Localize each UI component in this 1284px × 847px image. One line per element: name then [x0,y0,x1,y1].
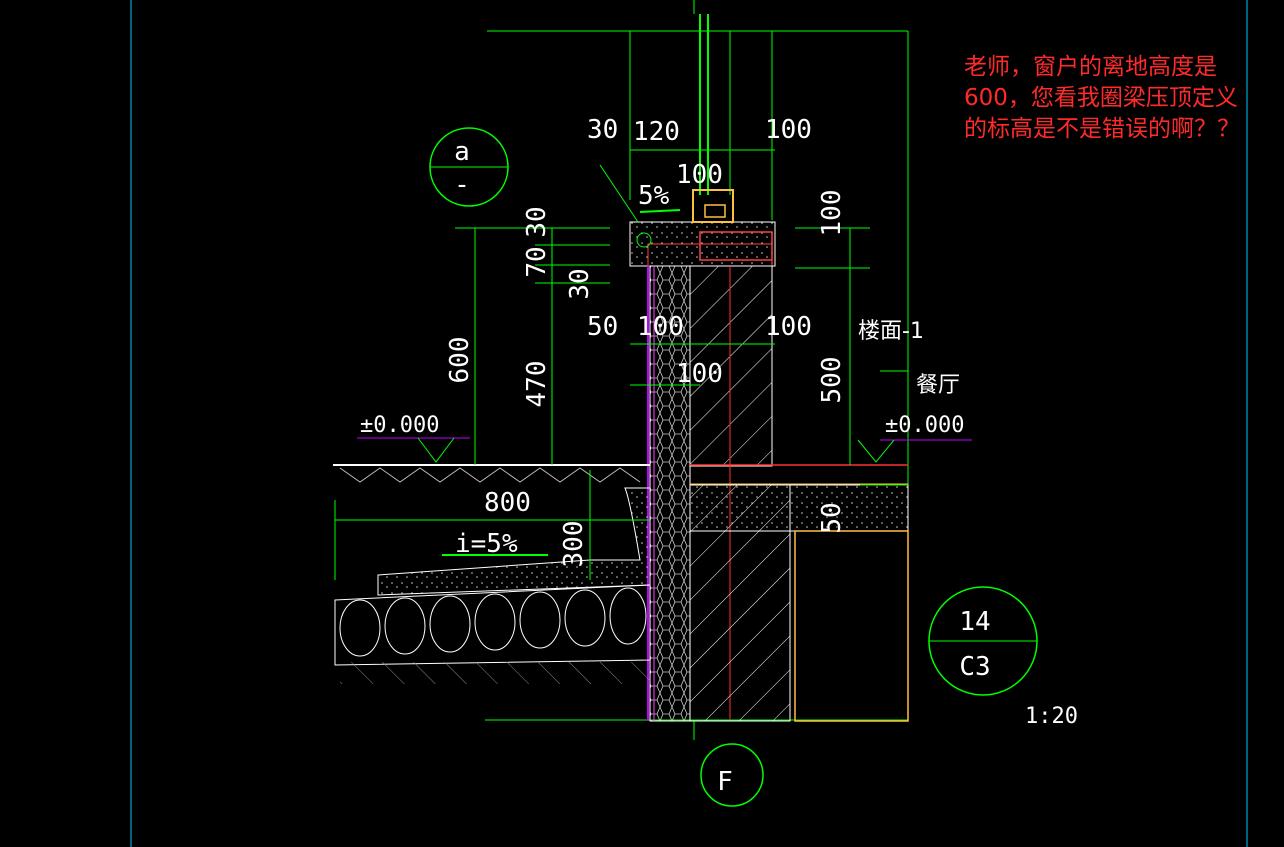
dim-30-top: 30 [587,115,618,145]
detail-bubble-c3-top: 14 [959,607,990,637]
dim-500-v: 500 [817,357,847,404]
axis-bubble-label: F [717,767,733,797]
dim-120: 120 [633,117,680,147]
dim-50: 50 [587,312,618,342]
slope-5pct: 5% [638,181,670,211]
dim-600-v: 600 [445,337,475,384]
dim-100-mid: 100 [676,160,723,190]
note-line-1: 老师，窗户的离地高度是 [964,54,1217,80]
dim-100-a: 100 [637,312,684,342]
floor-label: 楼面-1 [858,319,924,344]
dim-300-v: 300 [559,521,589,568]
scale-label: 1:20 [1025,704,1078,729]
dim-50-v: 50 [817,502,847,533]
elevation-left: ±0.000 [360,413,439,438]
slope-label: i=5% [455,529,518,559]
dim-30b-v: 30 [565,268,595,299]
annotation-note: 老师，窗户的离地高度是 600，您看我圈梁压顶定义 的标高是不是错误的啊？？ [964,52,1264,145]
room-label: 餐厅 [916,373,960,398]
elevation-right: ±0.000 [885,413,964,438]
dim-800: 800 [484,488,531,518]
dim-100-b: 100 [765,312,812,342]
detail-bubble-a-top: a [454,137,470,167]
detail-bubble-a-bottom: - [454,170,470,200]
dim-470-v: 470 [522,361,552,408]
note-line-2: 600，您看我圈梁压顶定义 [964,85,1238,111]
note-line-3: 的标高是不是错误的啊？？ [964,116,1240,142]
dim-70-v: 70 [522,246,552,277]
dim-100-right-v: 100 [817,190,847,237]
dim-100-top-right: 100 [765,115,812,145]
detail-bubble-c3-bottom: C3 [959,652,990,682]
dim-100-c: 100 [676,359,723,389]
dim-30-v: 30 [522,206,552,237]
